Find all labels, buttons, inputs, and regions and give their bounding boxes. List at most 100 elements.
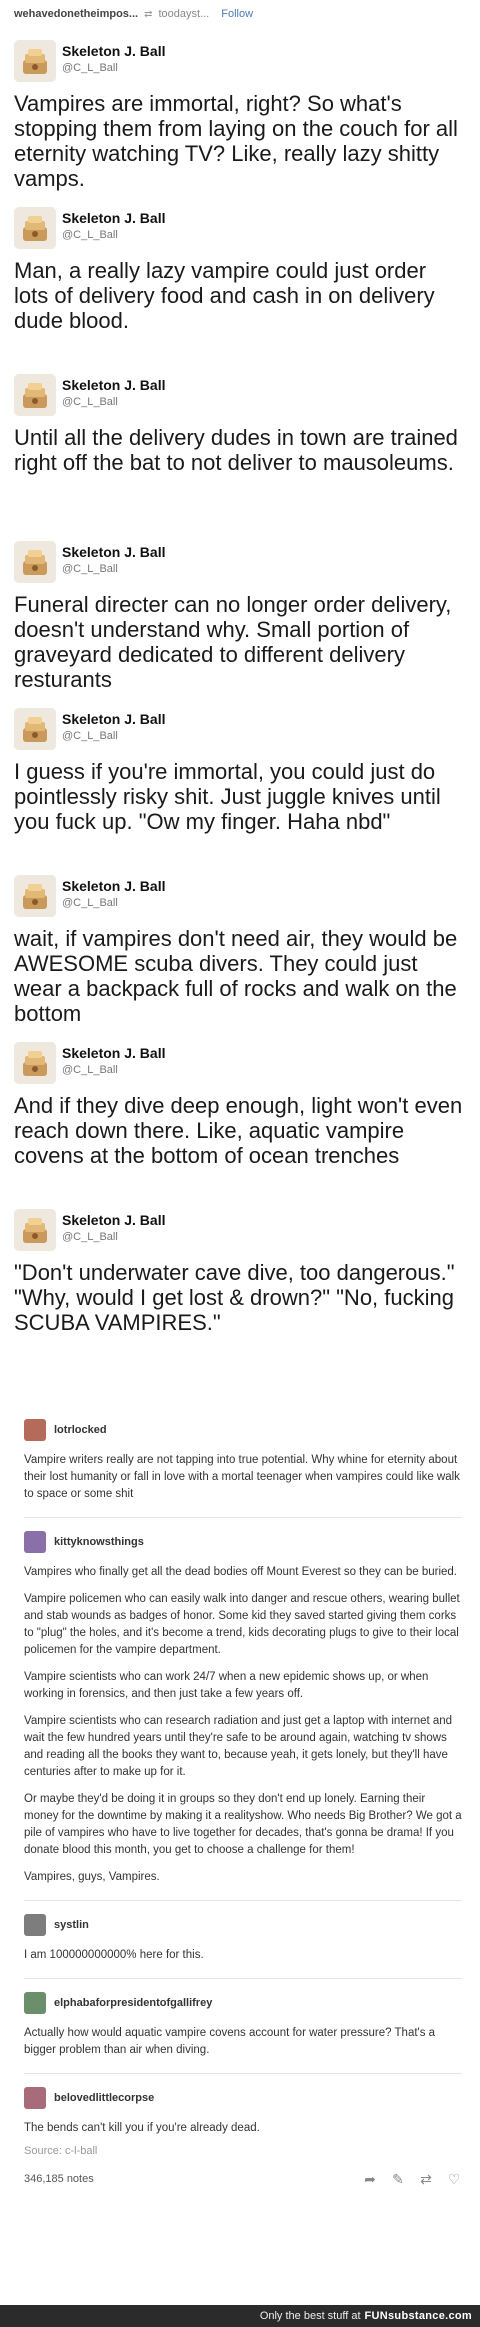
reblog-icon[interactable]: ⇄: [418, 2171, 434, 2188]
tweet-card: Skeleton J. Ball @C_L_Ball Man, a really…: [6, 195, 474, 362]
comment-paragraph: The bends can't kill you if you're alrea…: [24, 2122, 260, 2134]
tweet-author-name[interactable]: Skeleton J. Ball: [62, 210, 165, 226]
tweet-text: Man, a really lazy vampire could just or…: [14, 258, 435, 333]
tweet-author-handle[interactable]: @C_L_Ball: [62, 396, 165, 408]
comment-paragraph: Or maybe they'd be doing it in groups so…: [24, 1793, 462, 1856]
comment-username-link[interactable]: kittyknowsthings: [54, 1536, 144, 1548]
comment-divider: [24, 2073, 462, 2074]
comment-username-link[interactable]: lotrlocked: [54, 1424, 107, 1436]
comment-paragraph: Vampire writers really are not tapping i…: [24, 1454, 460, 1500]
tweet-author-handle[interactable]: @C_L_Ball: [62, 897, 165, 909]
reblog-thread: lotrlocked Vampire writers really are no…: [0, 1418, 480, 2189]
tweet-card: Skeleton J. Ball @C_L_Ball "Don't underw…: [6, 1197, 474, 1364]
tweet-author-handle[interactable]: @C_L_Ball: [62, 563, 165, 575]
comment-user-row: belovedlittlecorpse: [24, 2086, 462, 2110]
user-avatar-icon[interactable]: [24, 1914, 46, 1936]
tweet-author: Skeleton J. Ball @C_L_Ball: [62, 43, 165, 74]
comment-paragraph: Actually how would aquatic vampire coven…: [24, 2027, 436, 2056]
user-avatar-icon[interactable]: [24, 1531, 46, 1553]
tweet-author: Skeleton J. Ball @C_L_Ball: [62, 1045, 165, 1076]
reblog-comment: lotrlocked Vampire writers really are no…: [24, 1418, 462, 1518]
tweet-text: Until all the delivery dudes in town are…: [14, 425, 458, 475]
comment-icon[interactable]: ✎: [390, 2171, 406, 2188]
tweet-author-name[interactable]: Skeleton J. Ball: [62, 1212, 165, 1228]
like-icon[interactable]: ♡: [446, 2171, 462, 2188]
tweet-author: Skeleton J. Ball @C_L_Ball: [62, 544, 165, 575]
share-icon[interactable]: ➦: [362, 2171, 378, 2188]
tweet-text: I guess if you're immortal, you could ju…: [14, 759, 441, 834]
tweet-card: Skeleton J. Ball @C_L_Ball Until all the…: [6, 362, 474, 529]
comment-divider: [24, 1978, 462, 1979]
tweet-author-name[interactable]: Skeleton J. Ball: [62, 544, 165, 560]
user-avatar-icon[interactable]: [24, 1992, 46, 2014]
comment-username-link[interactable]: elphabaforpresidentofgallifrey: [54, 1997, 212, 2009]
tweet-author: Skeleton J. Ball @C_L_Ball: [62, 377, 165, 408]
tweet-avatar-icon[interactable]: [14, 1209, 56, 1251]
tweet-author-name[interactable]: Skeleton J. Ball: [62, 711, 165, 727]
tweet-card: Skeleton J. Ball @C_L_Ball And if they d…: [6, 1030, 474, 1197]
tweet-author: Skeleton J. Ball @C_L_Ball: [62, 711, 165, 742]
comment-paragraph: Vampire policemen who can easily walk in…: [24, 1593, 460, 1656]
comment-divider: [24, 1517, 462, 1518]
comment-paragraph: Vampires who finally get all the dead bo…: [24, 1566, 457, 1578]
tweet-avatar-icon[interactable]: [14, 708, 56, 750]
comment-user-row: elphabaforpresidentofgallifrey: [24, 1991, 462, 2015]
tweet-avatar-icon[interactable]: [14, 1042, 56, 1084]
tweet-author-handle[interactable]: @C_L_Ball: [62, 730, 165, 742]
tweet-text: "Don't underwater cave dive, too dangero…: [14, 1260, 455, 1335]
notes-count[interactable]: 346,185 notes: [24, 2173, 94, 2185]
comment-paragraph: I am 100000000000% here for this.: [24, 1949, 204, 1961]
tweet-author-handle[interactable]: @C_L_Ball: [62, 62, 165, 74]
reblog-comment: belovedlittlecorpse The bends can't kill…: [24, 2086, 462, 2137]
user-avatar-icon[interactable]: [24, 2087, 46, 2109]
tweet-screenshots: Skeleton J. Ball @C_L_Ball Vampires are …: [0, 28, 480, 1364]
reblog-comment: elphabaforpresidentofgallifrey Actually …: [24, 1991, 462, 2074]
tweet-author-name[interactable]: Skeleton J. Ball: [62, 377, 165, 393]
source-link[interactable]: Source: c-l-ball: [24, 2145, 462, 2157]
tweet-text: Vampires are immortal, right? So what's …: [14, 91, 458, 191]
tweet-avatar-icon[interactable]: [14, 374, 56, 416]
comment-user-row: kittyknowsthings: [24, 1530, 462, 1554]
comment-paragraph: Vampire scientists who can work 24/7 whe…: [24, 1671, 429, 1700]
blog-name-link[interactable]: wehavedonetheimpos...: [14, 8, 138, 20]
reblog-comment: kittyknowsthings Vampires who finally ge…: [24, 1530, 462, 1901]
tweet-avatar-icon[interactable]: [14, 207, 56, 249]
comment-user-row: lotrlocked: [24, 1418, 462, 1442]
tweet-card: Skeleton J. Ball @C_L_Ball I guess if yo…: [6, 696, 474, 863]
tweet-author: Skeleton J. Ball @C_L_Ball: [62, 1212, 165, 1243]
reblog-arrow-icon: ⇄: [144, 8, 153, 20]
comment-username-link[interactable]: belovedlittlecorpse: [54, 2092, 154, 2104]
tweet-text: And if they dive deep enough, light won'…: [14, 1093, 463, 1168]
tweet-avatar-icon[interactable]: [14, 40, 56, 82]
tweet-author-handle[interactable]: @C_L_Ball: [62, 1064, 165, 1076]
tweet-author: Skeleton J. Ball @C_L_Ball: [62, 210, 165, 241]
comment-paragraph: Vampire scientists who can research radi…: [24, 1715, 453, 1778]
tweet-author-handle[interactable]: @C_L_Ball: [62, 1231, 165, 1243]
tweet-author-name[interactable]: Skeleton J. Ball: [62, 43, 165, 59]
reblog-comment: systlin I am 100000000000% here for this…: [24, 1913, 462, 1979]
tweet-author-handle[interactable]: @C_L_Ball: [62, 229, 165, 241]
tweet-author-name[interactable]: Skeleton J. Ball: [62, 878, 165, 894]
watermark-brand: FUNsubstance.com: [364, 2310, 472, 2322]
post-actions: ➦ ✎ ⇄ ♡: [362, 2171, 462, 2188]
user-avatar-icon[interactable]: [24, 1419, 46, 1441]
tweet-card: Skeleton J. Ball @C_L_Ball wait, if vamp…: [6, 863, 474, 1030]
post-header: wehavedonetheimpos... ⇄ toodayst... Foll…: [0, 0, 480, 28]
tweet-avatar-icon[interactable]: [14, 875, 56, 917]
comment-paragraph: Vampires, guys, Vampires.: [24, 1871, 160, 1883]
comment-user-row: systlin: [24, 1913, 462, 1937]
comment-username-link[interactable]: systlin: [54, 1919, 89, 1931]
tweet-author: Skeleton J. Ball @C_L_Ball: [62, 878, 165, 909]
tweet-card: Skeleton J. Ball @C_L_Ball Vampires are …: [6, 28, 474, 195]
source-blog-link[interactable]: toodayst...: [158, 8, 209, 20]
watermark-tagline: Only the best stuff at: [259, 2310, 361, 2322]
tweet-text: wait, if vampires don't need air, they w…: [14, 926, 458, 1026]
comment-divider: [24, 1900, 462, 1901]
post-footer: 346,185 notes ➦ ✎ ⇄ ♡: [24, 2169, 462, 2189]
tweet-card: Skeleton J. Ball @C_L_Ball Funeral direc…: [6, 529, 474, 696]
watermark-banner: Only the best stuff at FUNsubstance.com: [0, 2305, 480, 2327]
tweet-author-name[interactable]: Skeleton J. Ball: [62, 1045, 165, 1061]
follow-button[interactable]: Follow: [221, 8, 253, 20]
tweet-text: Funeral directer can no longer order del…: [14, 592, 452, 692]
tweet-avatar-icon[interactable]: [14, 541, 56, 583]
